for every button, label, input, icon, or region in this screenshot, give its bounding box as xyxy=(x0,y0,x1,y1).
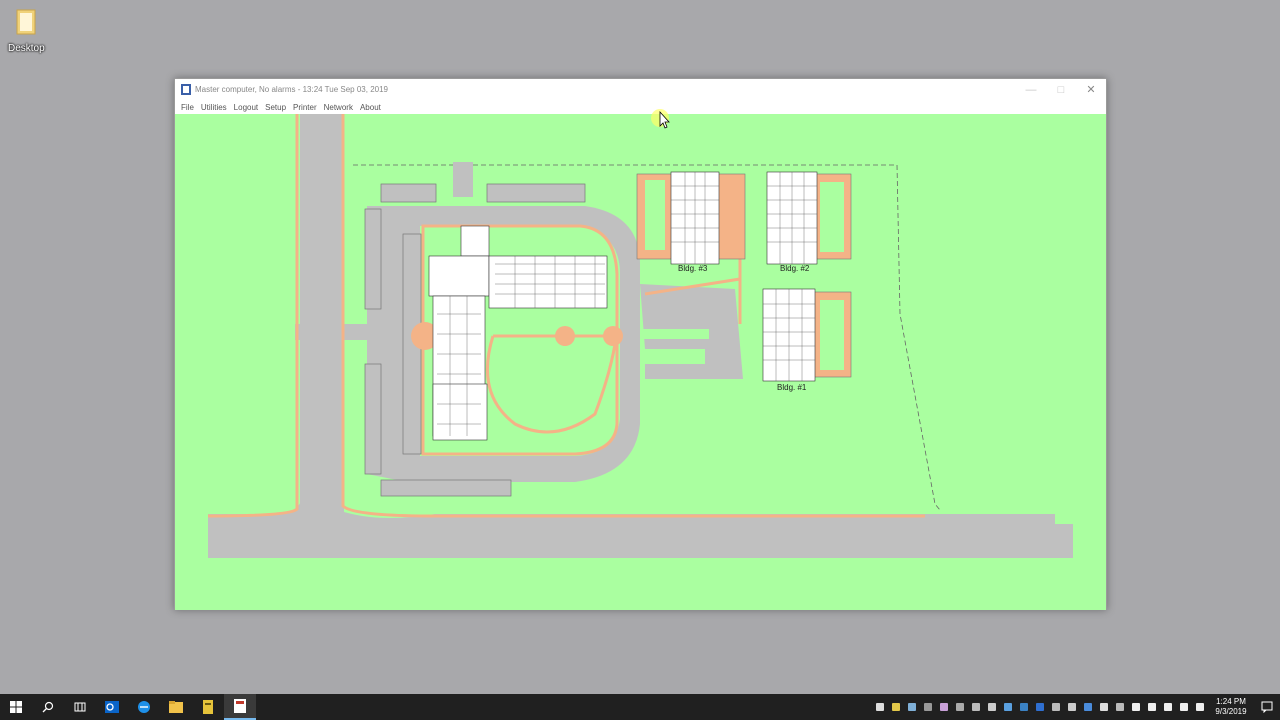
minimize-button[interactable]: — xyxy=(1016,79,1046,100)
app-button[interactable] xyxy=(192,694,224,720)
site-map-drawing: Bldg. #3 Bldg. #2 Bldg. #1 xyxy=(207,114,1073,558)
tray-volume-icon[interactable] xyxy=(1144,694,1160,720)
outlook-icon xyxy=(105,701,119,713)
taskbar: 1:24 PM 9/3/2019 xyxy=(0,694,1280,720)
menu-printer[interactable]: Printer xyxy=(293,103,317,112)
task-view-button[interactable] xyxy=(64,694,96,720)
master-computer-window: Master computer, No alarms - 13:24 Tue S… xyxy=(174,78,1107,610)
main-road-bottom xyxy=(208,524,1073,558)
menu-file[interactable]: File xyxy=(181,103,194,112)
menu-utilities[interactable]: Utilities xyxy=(201,103,227,112)
walkway-plaza-right xyxy=(603,326,623,346)
mouse-cursor-icon xyxy=(651,109,670,129)
file-explorer-button[interactable] xyxy=(160,694,192,720)
menu-network[interactable]: Network xyxy=(324,103,353,112)
task-view-icon xyxy=(74,702,86,712)
tray-display-icon[interactable] xyxy=(952,694,968,720)
building-2 xyxy=(766,171,852,265)
search-icon xyxy=(42,701,54,713)
tray-wifi-icon[interactable] xyxy=(1160,694,1176,720)
app-icon xyxy=(203,700,213,714)
right-parking-strip xyxy=(643,329,709,339)
tray-cloud-icon[interactable] xyxy=(1000,694,1016,720)
folder-icon xyxy=(16,9,36,35)
menu-setup[interactable]: Setup xyxy=(265,103,286,112)
tray-link-icon[interactable] xyxy=(1096,694,1112,720)
tray-pen-icon[interactable] xyxy=(1192,694,1208,720)
building-3 xyxy=(636,171,746,265)
site-map[interactable]: Bldg. #3 Bldg. #2 Bldg. #1 xyxy=(175,114,1106,610)
edge-icon xyxy=(138,701,150,713)
desktop-shortcut[interactable]: Desktop xyxy=(8,8,45,54)
clock-date: 9/3/2019 xyxy=(1215,707,1247,716)
app-window-icon xyxy=(181,84,191,95)
menu-about[interactable]: About xyxy=(360,103,381,112)
windows-start-icon xyxy=(10,701,22,713)
tray-security-icon[interactable] xyxy=(888,694,904,720)
menu-logout[interactable]: Logout xyxy=(234,103,258,112)
edge-button[interactable] xyxy=(128,694,160,720)
building-1 xyxy=(762,288,852,382)
tray-bluetooth-icon[interactable] xyxy=(1032,694,1048,720)
tray-network-monitor-icon[interactable] xyxy=(904,694,920,720)
start-button[interactable] xyxy=(0,694,32,720)
tray-storage-icon[interactable] xyxy=(1016,694,1032,720)
building-2-label: Bldg. #2 xyxy=(780,264,810,273)
search-button[interactable] xyxy=(32,694,64,720)
system-tray: 1:24 PM 9/3/2019 xyxy=(872,694,1280,720)
taskbar-clock[interactable]: 1:24 PM 9/3/2019 xyxy=(1208,697,1254,717)
tray-bluetooth2-icon[interactable] xyxy=(1080,694,1096,720)
tray-usb-icon[interactable] xyxy=(920,694,936,720)
road-left-vertical xyxy=(300,114,344,514)
tray-network-icon[interactable] xyxy=(1128,694,1144,720)
building-1-label: Bldg. #1 xyxy=(777,383,807,392)
notification-center-button[interactable] xyxy=(1254,694,1280,720)
tray-settings-icon[interactable] xyxy=(984,694,1000,720)
tray-sync-icon[interactable] xyxy=(968,694,984,720)
outlook-button[interactable] xyxy=(96,694,128,720)
clock-time: 1:24 PM xyxy=(1216,697,1246,706)
desktop-shortcut-label: Desktop xyxy=(8,43,45,54)
gate-notch xyxy=(453,162,473,197)
tray-tools-icon[interactable] xyxy=(936,694,952,720)
maximize-button[interactable]: □ xyxy=(1046,79,1076,100)
tray-power-icon[interactable] xyxy=(1176,694,1192,720)
walkway-plaza-center xyxy=(555,326,575,346)
master-app-icon xyxy=(234,699,246,713)
file-explorer-icon xyxy=(169,701,183,713)
tray-device-icon[interactable] xyxy=(1064,694,1080,720)
window-title: Master computer, No alarms - 13:24 Tue S… xyxy=(195,85,388,94)
close-button[interactable]: ✕ xyxy=(1076,79,1106,100)
notification-icon xyxy=(1261,701,1273,713)
tray-app-icon[interactable] xyxy=(1048,694,1064,720)
building-3-label: Bldg. #3 xyxy=(678,264,708,273)
menu-bar: File Utilities Logout Setup Printer Netw… xyxy=(175,100,1106,114)
window-titlebar[interactable]: Master computer, No alarms - 13:24 Tue S… xyxy=(175,79,1106,100)
tray-vpn-icon[interactable] xyxy=(1112,694,1128,720)
master-app-button[interactable] xyxy=(224,694,256,720)
tray-printer-icon[interactable] xyxy=(872,694,888,720)
